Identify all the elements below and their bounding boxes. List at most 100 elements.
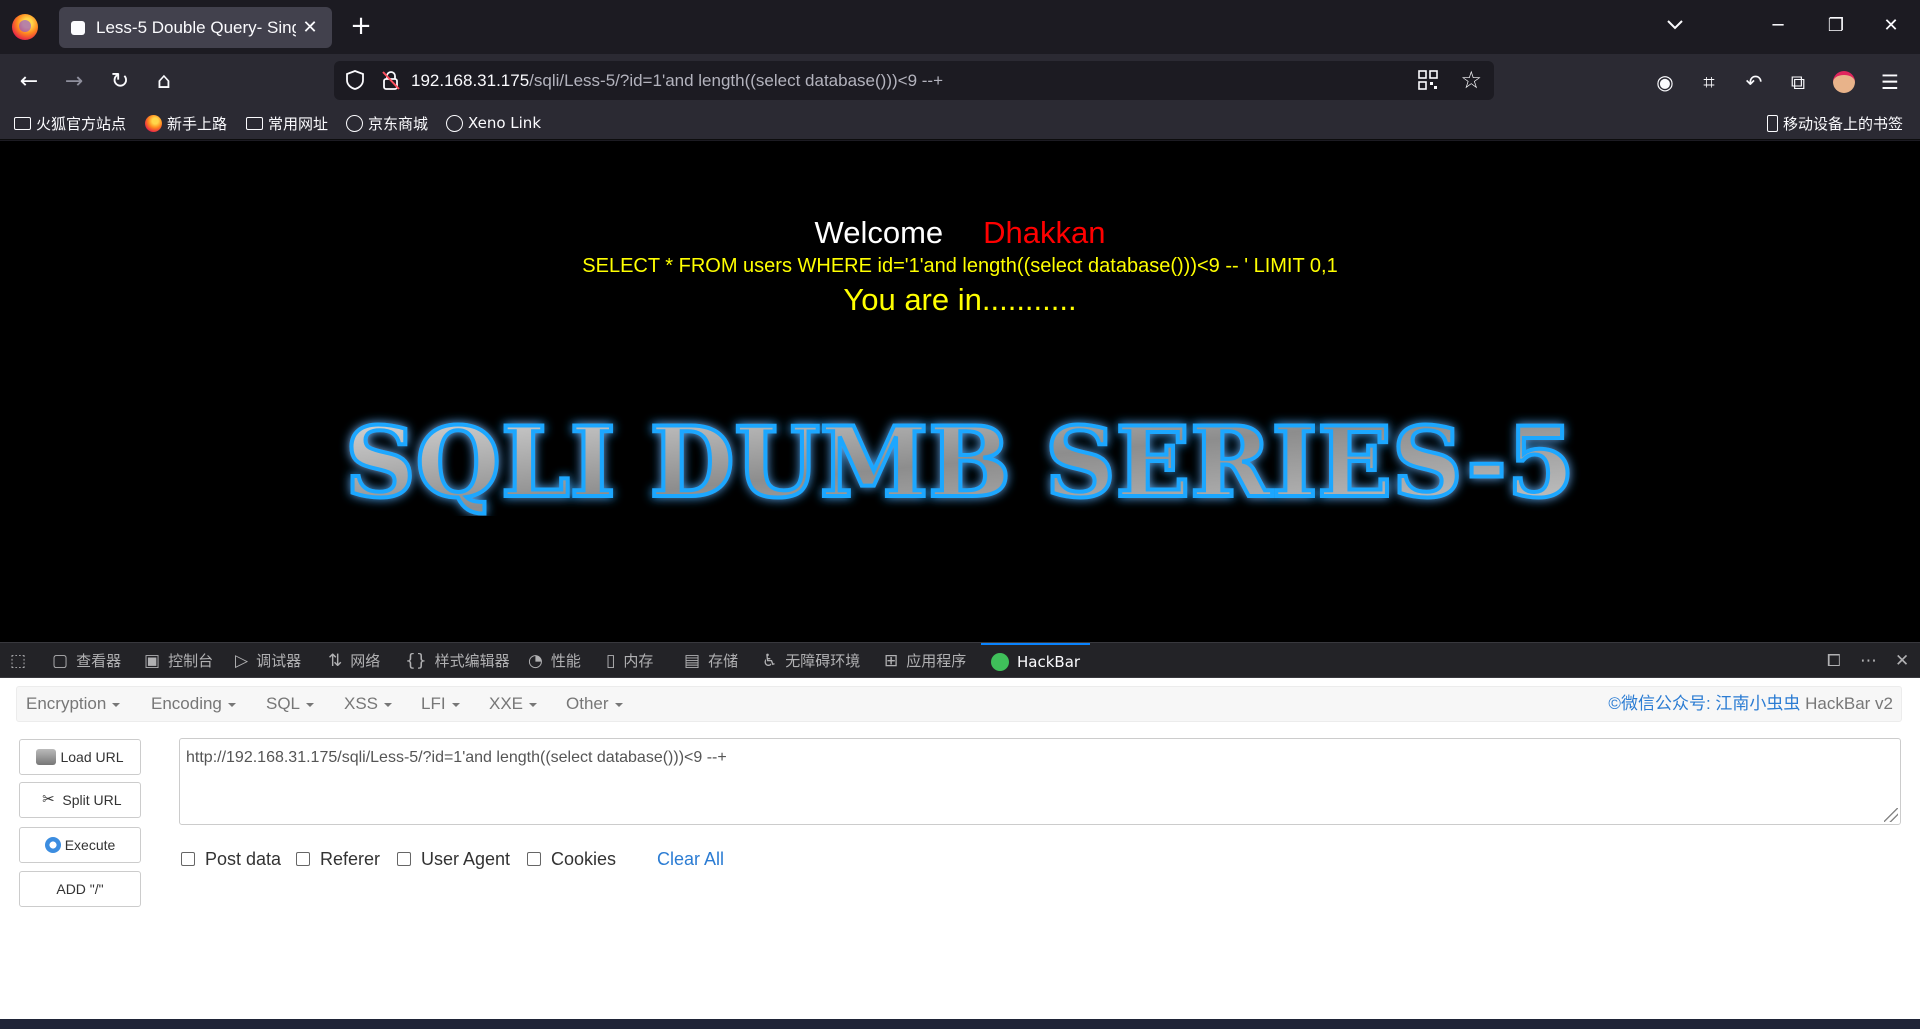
menu-xss[interactable]: XSS: [344, 687, 393, 721]
user-agent-checkbox[interactable]: User Agent: [397, 848, 510, 870]
close-window-icon[interactable]: ✕: [1871, 10, 1911, 42]
back-icon[interactable]: ←: [11, 64, 47, 100]
tab-performance[interactable]: ◔ 性能: [528, 643, 581, 678]
url-textarea-value: http://192.168.31.175/sqli/Less-5/?id=1'…: [186, 749, 727, 766]
resize-handle-icon[interactable]: [1884, 808, 1898, 822]
credit-author: 江南小虫虫: [1715, 694, 1801, 713]
menu-lfi[interactable]: LFI: [421, 687, 460, 721]
split-url-button[interactable]: ✂ Split URL: [19, 782, 141, 818]
tab-memory[interactable]: ▯ 内存: [606, 643, 653, 678]
tab-inspector[interactable]: ▢ 查看器: [52, 643, 121, 678]
clear-all-link[interactable]: Clear All: [657, 848, 724, 870]
button-label: Execute: [64, 837, 116, 853]
app-menu-icon[interactable]: ☰: [1872, 64, 1908, 100]
tab-debugger[interactable]: ▷ 调试器: [235, 643, 301, 678]
bookmark-star-icon[interactable]: ☆: [1460, 66, 1482, 94]
hackbar-menu: Encryption Encoding SQL XSS LFI XXE Othe…: [16, 686, 1902, 722]
restore-window-icon[interactable]: ❐: [1816, 10, 1856, 42]
forward-icon[interactable]: →: [56, 64, 92, 100]
menu-encoding[interactable]: Encoding: [151, 687, 236, 721]
bookmark-item[interactable]: 常用网址: [246, 106, 328, 140]
devtools-toolbar: ⬚ ▢ 查看器 ▣ 控制台 ▷ 调试器 ⇅ 网络 {} 样式编辑器 ◔ 性能 ▯ 内存 ▤ 存储…: [0, 642, 1920, 678]
mobile-bookmarks[interactable]: 移动设备上的书签: [1767, 106, 1903, 140]
element-picker-icon[interactable]: ⬚: [10, 643, 34, 678]
tab-less-5[interactable]: Less-5 Double Query- Single ✕: [59, 7, 332, 48]
tab-storage[interactable]: ▤ 存储: [684, 643, 738, 678]
tab-accessibility[interactable]: ♿ 无障碍环境: [762, 643, 860, 678]
mobile-device-icon: [1767, 114, 1778, 132]
navigation-toolbar: ← → ↻ ⌂ 192.168.31.175/sqli/Less-5/?id=1…: [0, 54, 1920, 106]
checkbox-label: Referer: [320, 848, 381, 869]
address-bar[interactable]: 192.168.31.175/sqli/Less-5/?id=1'and len…: [334, 61, 1494, 100]
bookmark-label: Xeno Link: [468, 114, 542, 132]
devtools-tab-label: 内存: [623, 652, 654, 670]
sql-query-text: SELECT * FROM users WHERE id='1'and leng…: [582, 255, 1338, 277]
tab-network[interactable]: ⇅ 网络: [328, 643, 380, 678]
extensions-icon[interactable]: ⧉: [1780, 64, 1816, 100]
qr-code-icon[interactable]: [1418, 70, 1438, 90]
checkbox-box[interactable]: [181, 852, 195, 866]
reload-icon[interactable]: ↻: [102, 64, 138, 100]
load-url-button[interactable]: Load URL: [19, 739, 141, 775]
bookmark-item[interactable]: 京东商城: [346, 106, 428, 140]
screenshot-crop-icon[interactable]: ⌗: [1691, 64, 1727, 100]
execute-icon: [44, 837, 61, 853]
referer-checkbox[interactable]: Referer: [296, 848, 380, 870]
caret-down-icon: [451, 702, 460, 707]
menu-other[interactable]: Other: [566, 687, 623, 721]
list-all-tabs-icon[interactable]: [1655, 10, 1695, 42]
devtools-menu-icon[interactable]: ⋯: [1860, 643, 1885, 678]
credit-suffix: HackBar v2: [1800, 694, 1893, 713]
page-favicon-icon: [71, 20, 85, 35]
tab-style-editor[interactable]: {} 样式编辑器: [405, 643, 510, 678]
caret-down-icon: [614, 702, 623, 707]
globe-icon: [346, 114, 363, 132]
profile-avatar-icon[interactable]: [1826, 64, 1862, 100]
dock-side-icon[interactable]: ⧠: [1827, 643, 1849, 678]
execute-button[interactable]: Execute: [19, 827, 141, 863]
folder-icon: [246, 116, 263, 130]
menu-label: Encryption: [26, 694, 107, 713]
minimize-window-icon[interactable]: ─: [1758, 10, 1798, 42]
sqli-series-banner: SQLI DUMB SERIES-5: [343, 404, 1577, 516]
tab-application[interactable]: ⊞ 应用程序: [884, 643, 966, 678]
caret-down-icon: [529, 702, 538, 707]
menu-sql[interactable]: SQL: [266, 687, 315, 721]
cookies-checkbox[interactable]: Cookies: [527, 848, 616, 870]
checkbox-label: Cookies: [551, 848, 617, 869]
performance-icon: ◔: [528, 650, 543, 671]
bookmark-label: 京东商城: [368, 114, 429, 133]
bookmark-label: 常用网址: [268, 114, 329, 133]
close-tab-icon[interactable]: ✕: [300, 17, 320, 38]
checkbox-box[interactable]: [527, 852, 541, 866]
bookmarks-toolbar: 火狐官方站点 新手上路 常用网址 京东商城 Xeno Link 移动设备上的书签: [0, 106, 1920, 140]
style-editor-icon: {}: [405, 650, 427, 671]
close-devtools-icon[interactable]: ✕: [1895, 643, 1917, 678]
checkbox-box[interactable]: [296, 852, 310, 866]
console-icon: ▣: [144, 650, 161, 671]
insecure-lock-icon[interactable]: [380, 69, 402, 91]
tracking-protection-shield-icon[interactable]: [344, 69, 366, 91]
menu-encryption[interactable]: Encryption: [26, 687, 121, 721]
new-tab-button[interactable]: +: [345, 10, 377, 42]
post-data-checkbox[interactable]: Post data: [181, 848, 281, 870]
url-textarea[interactable]: http://192.168.31.175/sqli/Less-5/?id=1'…: [179, 738, 1901, 825]
home-icon[interactable]: ⌂: [146, 64, 182, 100]
add-slash-button[interactable]: ADD "/": [19, 871, 141, 907]
hackbar-credit: ©微信公众号: 江南小虫虫 HackBar v2: [1608, 687, 1893, 721]
bookmark-item[interactable]: 新手上路: [145, 106, 227, 140]
menu-xxe[interactable]: XXE: [489, 687, 538, 721]
hackbar-panel: Encryption Encoding SQL XSS LFI XXE Othe…: [0, 678, 1920, 1019]
undo-icon[interactable]: ↶: [1736, 64, 1772, 100]
tab-console[interactable]: ▣ 控制台: [144, 643, 213, 678]
checkbox-box[interactable]: [397, 852, 411, 866]
menu-label: LFI: [421, 694, 446, 713]
tab-hackbar[interactable]: HackBar: [981, 643, 1091, 678]
tab-title: Less-5 Double Query- Single: [96, 17, 296, 37]
url-text[interactable]: 192.168.31.175/sqli/Less-5/?id=1'and len…: [411, 61, 943, 100]
bookmark-item[interactable]: 火狐官方站点: [14, 106, 126, 140]
account-icon[interactable]: ◉: [1647, 64, 1683, 100]
caret-down-icon: [306, 702, 315, 707]
firefox-menu-icon[interactable]: [12, 14, 38, 40]
bookmark-item[interactable]: Xeno Link: [446, 106, 541, 140]
